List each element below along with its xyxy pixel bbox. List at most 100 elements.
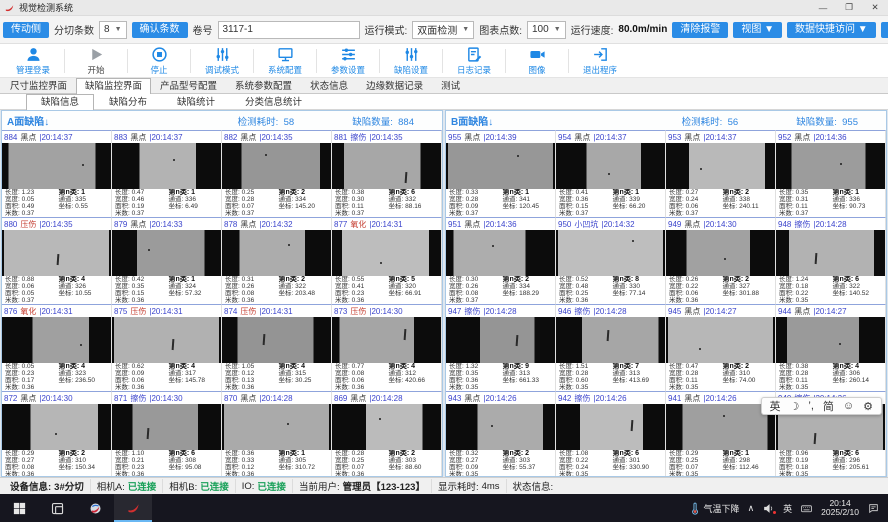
defect-cell[interactable]: 878黑点|20:14:32长度: 0.31宽度: 0.26面积: 0.08米数… bbox=[222, 217, 332, 304]
defect-cell[interactable]: 874压伤|20:14:31长度: 1.05宽度: 0.12面积: 0.13米数… bbox=[222, 304, 332, 391]
defect-cell[interactable]: 884黑点|20:14:37长度: 1.23宽度: 0.05面积: 0.49米数… bbox=[2, 130, 112, 217]
defect-thumbnail[interactable] bbox=[112, 317, 221, 363]
defect-thumbnail[interactable] bbox=[332, 230, 441, 276]
defect-thumbnail[interactable] bbox=[2, 143, 111, 189]
main-tab-4[interactable]: 系统参数配置 bbox=[226, 78, 301, 93]
defect-thumbnail[interactable] bbox=[222, 143, 331, 189]
main-tab-6[interactable]: 边缘数据记录 bbox=[357, 78, 432, 93]
defect-cell[interactable]: 945黑点|20:14:27长度: 0.47宽度: 0.28面积: 0.11米数… bbox=[666, 304, 776, 391]
main-tab-7[interactable]: 测试 bbox=[432, 78, 469, 93]
defect-cell[interactable]: 881擦伤|20:14:35长度: 0.38宽度: 0.30面积: 0.11米数… bbox=[332, 130, 442, 217]
toolbar-button-camera[interactable]: 图像 bbox=[506, 44, 568, 77]
taskbar-clock[interactable]: 20:14 2025/2/10 bbox=[821, 499, 859, 518]
defect-cell[interactable]: 946擦伤|20:14:28长度: 1.51宽度: 0.28面积: 0.60米数… bbox=[556, 304, 666, 391]
chart-points-select[interactable]: 100▼ bbox=[527, 21, 566, 39]
defect-cell[interactable]: 942擦伤|20:14:26长度: 1.08宽度: 0.22面积: 0.24米数… bbox=[556, 391, 666, 477]
run-mode-select[interactable]: 双面检测▼ bbox=[412, 21, 474, 39]
defect-thumbnail[interactable] bbox=[666, 230, 775, 276]
toolbar-button-sliders-v[interactable]: 缺陷设置 bbox=[380, 44, 442, 77]
defect-thumbnail[interactable] bbox=[776, 317, 885, 363]
toolbar-button-sliders-h[interactable]: 参数设置 bbox=[317, 44, 379, 77]
taskbar-active-app-icon[interactable] bbox=[114, 494, 152, 522]
defect-thumbnail[interactable] bbox=[446, 143, 555, 189]
defect-cell[interactable]: 879黑点|20:14:33长度: 0.42宽度: 0.35面积: 0.15米数… bbox=[112, 217, 222, 304]
defect-cell[interactable]: 955黑点|20:14:39长度: 0.33宽度: 0.28面积: 0.09米数… bbox=[446, 130, 556, 217]
defect-thumbnail[interactable] bbox=[2, 317, 111, 363]
defect-cell[interactable]: 943黑点|20:14:26长度: 0.32宽度: 0.27面积: 0.09米数… bbox=[446, 391, 556, 477]
defect-cell[interactable]: 941黑点|20:14:26长度: 0.29宽度: 0.25面积: 0.07米数… bbox=[666, 391, 776, 477]
defect-thumbnail[interactable] bbox=[776, 143, 885, 189]
defect-cell[interactable]: 951黑点|20:14:36长度: 0.30宽度: 0.26面积: 0.08米数… bbox=[446, 217, 556, 304]
touch-keyboard-icon[interactable] bbox=[800, 502, 813, 515]
panel-title[interactable]: A面缺陷↓ bbox=[2, 113, 180, 128]
toolbar-button-tune[interactable]: 调试模式 bbox=[191, 44, 253, 77]
defect-thumbnail[interactable] bbox=[332, 317, 441, 363]
defect-thumbnail[interactable] bbox=[666, 143, 775, 189]
defect-cell[interactable]: 952黑点|20:14:36长度: 0.35宽度: 0.31面积: 0.11米数… bbox=[776, 130, 886, 217]
clear-alarm-button[interactable]: 清除报警 bbox=[672, 22, 728, 38]
defect-thumbnail[interactable] bbox=[446, 230, 555, 276]
defect-thumbnail[interactable] bbox=[666, 404, 775, 450]
defect-cell[interactable]: 947擦伤|20:14:28长度: 1.32宽度: 0.35面积: 0.36米数… bbox=[446, 304, 556, 391]
ime-toolbar[interactable]: 英☽’,简☺⚙ bbox=[761, 397, 882, 415]
defect-thumbnail[interactable] bbox=[556, 317, 665, 363]
ime-item-2[interactable]: ☽ bbox=[790, 400, 800, 413]
defect-cell[interactable]: 949黑点|20:14:30长度: 0.26宽度: 0.22面积: 0.06米数… bbox=[666, 217, 776, 304]
defect-thumbnail[interactable] bbox=[446, 404, 555, 450]
help-menu-button[interactable]: 帮助 ▼ bbox=[881, 22, 888, 38]
defect-cell[interactable]: 880压伤|20:14:35长度: 0.88宽度: 0.06面积: 0.05米数… bbox=[2, 217, 112, 304]
volume-icon[interactable] bbox=[762, 502, 775, 515]
toolbar-button-user[interactable]: 管理登录 bbox=[2, 44, 64, 77]
view-menu-button[interactable]: 视图 ▼ bbox=[733, 22, 782, 38]
weather-tray-item[interactable]: 气温下降 bbox=[688, 502, 740, 515]
defect-thumbnail[interactable] bbox=[666, 317, 775, 363]
sub-tab-2[interactable]: 缺陷分布 bbox=[94, 94, 162, 109]
defect-thumbnail[interactable] bbox=[112, 230, 221, 276]
defect-cell[interactable]: 870黑点|20:14:28长度: 0.36宽度: 0.33面积: 0.12米数… bbox=[222, 391, 332, 477]
defect-cell[interactable]: 950小凹坑|20:14:32长度: 0.52宽度: 0.48面积: 0.25米… bbox=[556, 217, 666, 304]
drive-side-button[interactable]: 传动侧 bbox=[3, 22, 49, 38]
main-tab-3[interactable]: 产品型号配置 bbox=[151, 78, 226, 93]
main-tab-1[interactable]: 尺寸监控界面 bbox=[1, 78, 76, 93]
task-view-button[interactable] bbox=[38, 494, 76, 522]
defect-cell[interactable]: 877氧化|20:14:31长度: 0.55宽度: 0.41面积: 0.23米数… bbox=[332, 217, 442, 304]
defect-thumbnail[interactable] bbox=[556, 404, 665, 450]
defect-thumbnail[interactable] bbox=[222, 230, 331, 276]
start-button[interactable] bbox=[0, 494, 38, 522]
ime-item-4[interactable]: 简 bbox=[823, 398, 834, 414]
defect-thumbnail[interactable] bbox=[556, 230, 665, 276]
sub-tab-4[interactable]: 分类信息统计 bbox=[230, 94, 317, 109]
defect-thumbnail[interactable] bbox=[112, 404, 221, 450]
defect-cell[interactable]: 873压伤|20:14:30长度: 0.77宽度: 0.08面积: 0.06米数… bbox=[332, 304, 442, 391]
defect-thumbnail[interactable] bbox=[222, 317, 331, 363]
defect-cell[interactable]: 876氧化|20:14:31长度: 0.05宽度: 0.23面积: 0.17米数… bbox=[2, 304, 112, 391]
slit-count-select[interactable]: 8▼ bbox=[99, 21, 127, 39]
action-center-icon[interactable] bbox=[867, 502, 880, 515]
ime-item-1[interactable]: 英 bbox=[770, 398, 781, 414]
ime-item-6[interactable]: ⚙ bbox=[863, 400, 873, 413]
minimize-button[interactable]: — bbox=[810, 0, 836, 15]
defect-cell[interactable]: 869黑点|20:14:28长度: 0.28宽度: 0.25面积: 0.07米数… bbox=[332, 391, 442, 477]
defect-thumbnail[interactable] bbox=[2, 230, 111, 276]
sub-tab-1[interactable]: 缺陷信息 bbox=[26, 94, 94, 110]
taskbar-app-icon[interactable] bbox=[76, 494, 114, 522]
maximize-button[interactable]: ❐ bbox=[836, 0, 862, 15]
defect-thumbnail[interactable] bbox=[332, 143, 441, 189]
defect-thumbnail[interactable] bbox=[556, 143, 665, 189]
ime-item-5[interactable]: ☺ bbox=[843, 400, 854, 412]
defect-thumbnail[interactable] bbox=[332, 404, 441, 450]
toolbar-button-exit[interactable]: 退出程序 bbox=[569, 44, 631, 77]
defect-cell[interactable]: 954黑点|20:14:37长度: 0.41宽度: 0.36面积: 0.15米数… bbox=[556, 130, 666, 217]
defect-cell[interactable]: 944黑点|20:14:27长度: 0.38宽度: 0.28面积: 0.11米数… bbox=[776, 304, 886, 391]
defect-cell[interactable]: 948擦伤|20:14:28长度: 1.24宽度: 0.18面积: 0.22米数… bbox=[776, 217, 886, 304]
defect-thumbnail[interactable] bbox=[112, 143, 221, 189]
roll-number-input[interactable] bbox=[218, 21, 360, 39]
toolbar-button-stop[interactable]: 停止 bbox=[128, 44, 190, 77]
toolbar-button-journal[interactable]: 日志记录 bbox=[443, 44, 505, 77]
main-tab-2[interactable]: 缺陷监控界面 bbox=[76, 78, 151, 94]
tray-expand-arrow[interactable]: ∧ bbox=[748, 503, 755, 514]
close-button[interactable]: ✕ bbox=[862, 0, 888, 15]
toolbar-button-play[interactable]: 开始 bbox=[65, 44, 127, 77]
input-language-indicator[interactable]: 英 bbox=[783, 502, 792, 515]
confirm-count-button[interactable]: 确认条数 bbox=[132, 22, 188, 38]
